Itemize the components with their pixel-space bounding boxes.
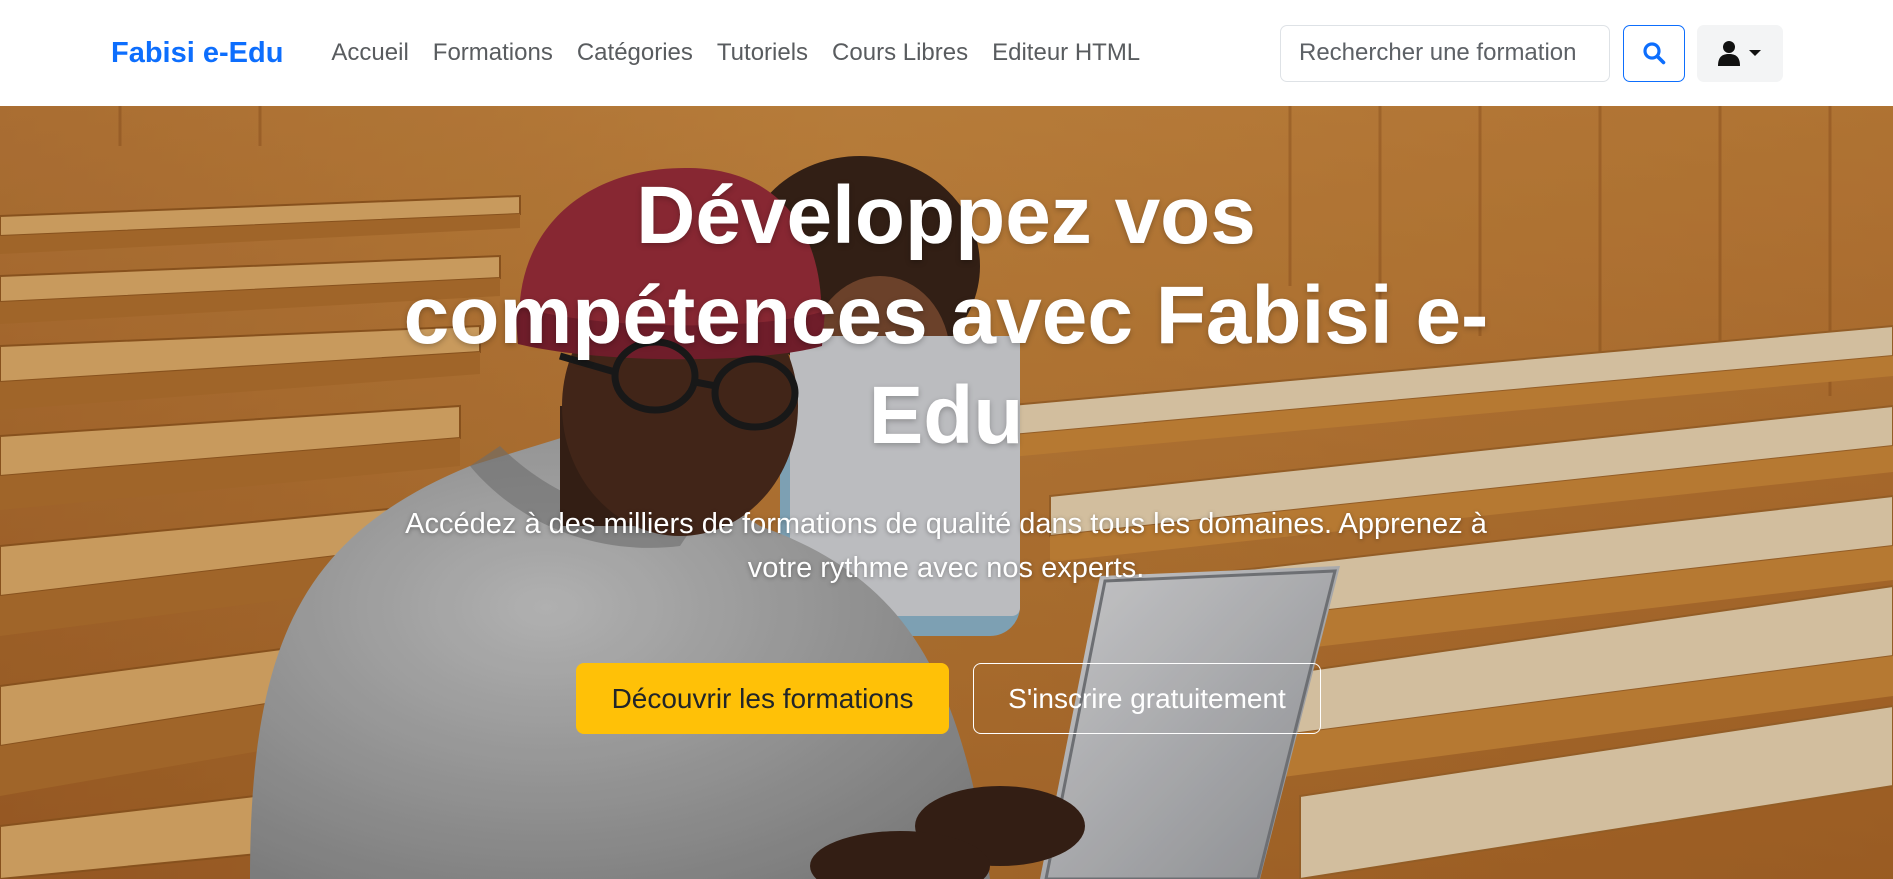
nav-links: Accueil Formations Catégories Tutoriels … [319, 39, 1152, 67]
nav-link-categories[interactable]: Catégories [565, 39, 705, 67]
discover-courses-button[interactable]: Découvrir les formations [576, 663, 949, 734]
search-icon [1643, 42, 1666, 65]
brand-logo-link[interactable]: Fabisi e-Edu [111, 37, 283, 70]
user-menu-button[interactable] [1697, 24, 1783, 82]
nav-link-accueil[interactable]: Accueil [319, 39, 420, 67]
nav-link-cours-libres[interactable]: Cours Libres [820, 39, 980, 67]
hero-subtitle: Accédez à des milliers de formations de … [405, 508, 1487, 584]
nav-link-formations[interactable]: Formations [421, 39, 565, 67]
nav-link-editeur-html[interactable]: Editeur HTML [980, 39, 1152, 67]
search-input[interactable] [1280, 24, 1610, 82]
hero-content: Développez vos compétences avec Fabisi e… [0, 106, 1893, 879]
user-icon [1718, 41, 1740, 66]
top-navbar: Fabisi e-Edu Accueil Formations Catégori… [0, 0, 1893, 106]
hero-section: Développez vos compétences avec Fabisi e… [0, 106, 1893, 879]
caret-down-icon [1749, 50, 1761, 56]
signup-free-button[interactable]: S'inscrire gratuitement [973, 663, 1321, 734]
hero-title: Développez vos compétences avec Fabisi e… [403, 170, 1489, 461]
nav-link-tutoriels[interactable]: Tutoriels [705, 39, 820, 67]
search-button[interactable] [1623, 24, 1685, 82]
